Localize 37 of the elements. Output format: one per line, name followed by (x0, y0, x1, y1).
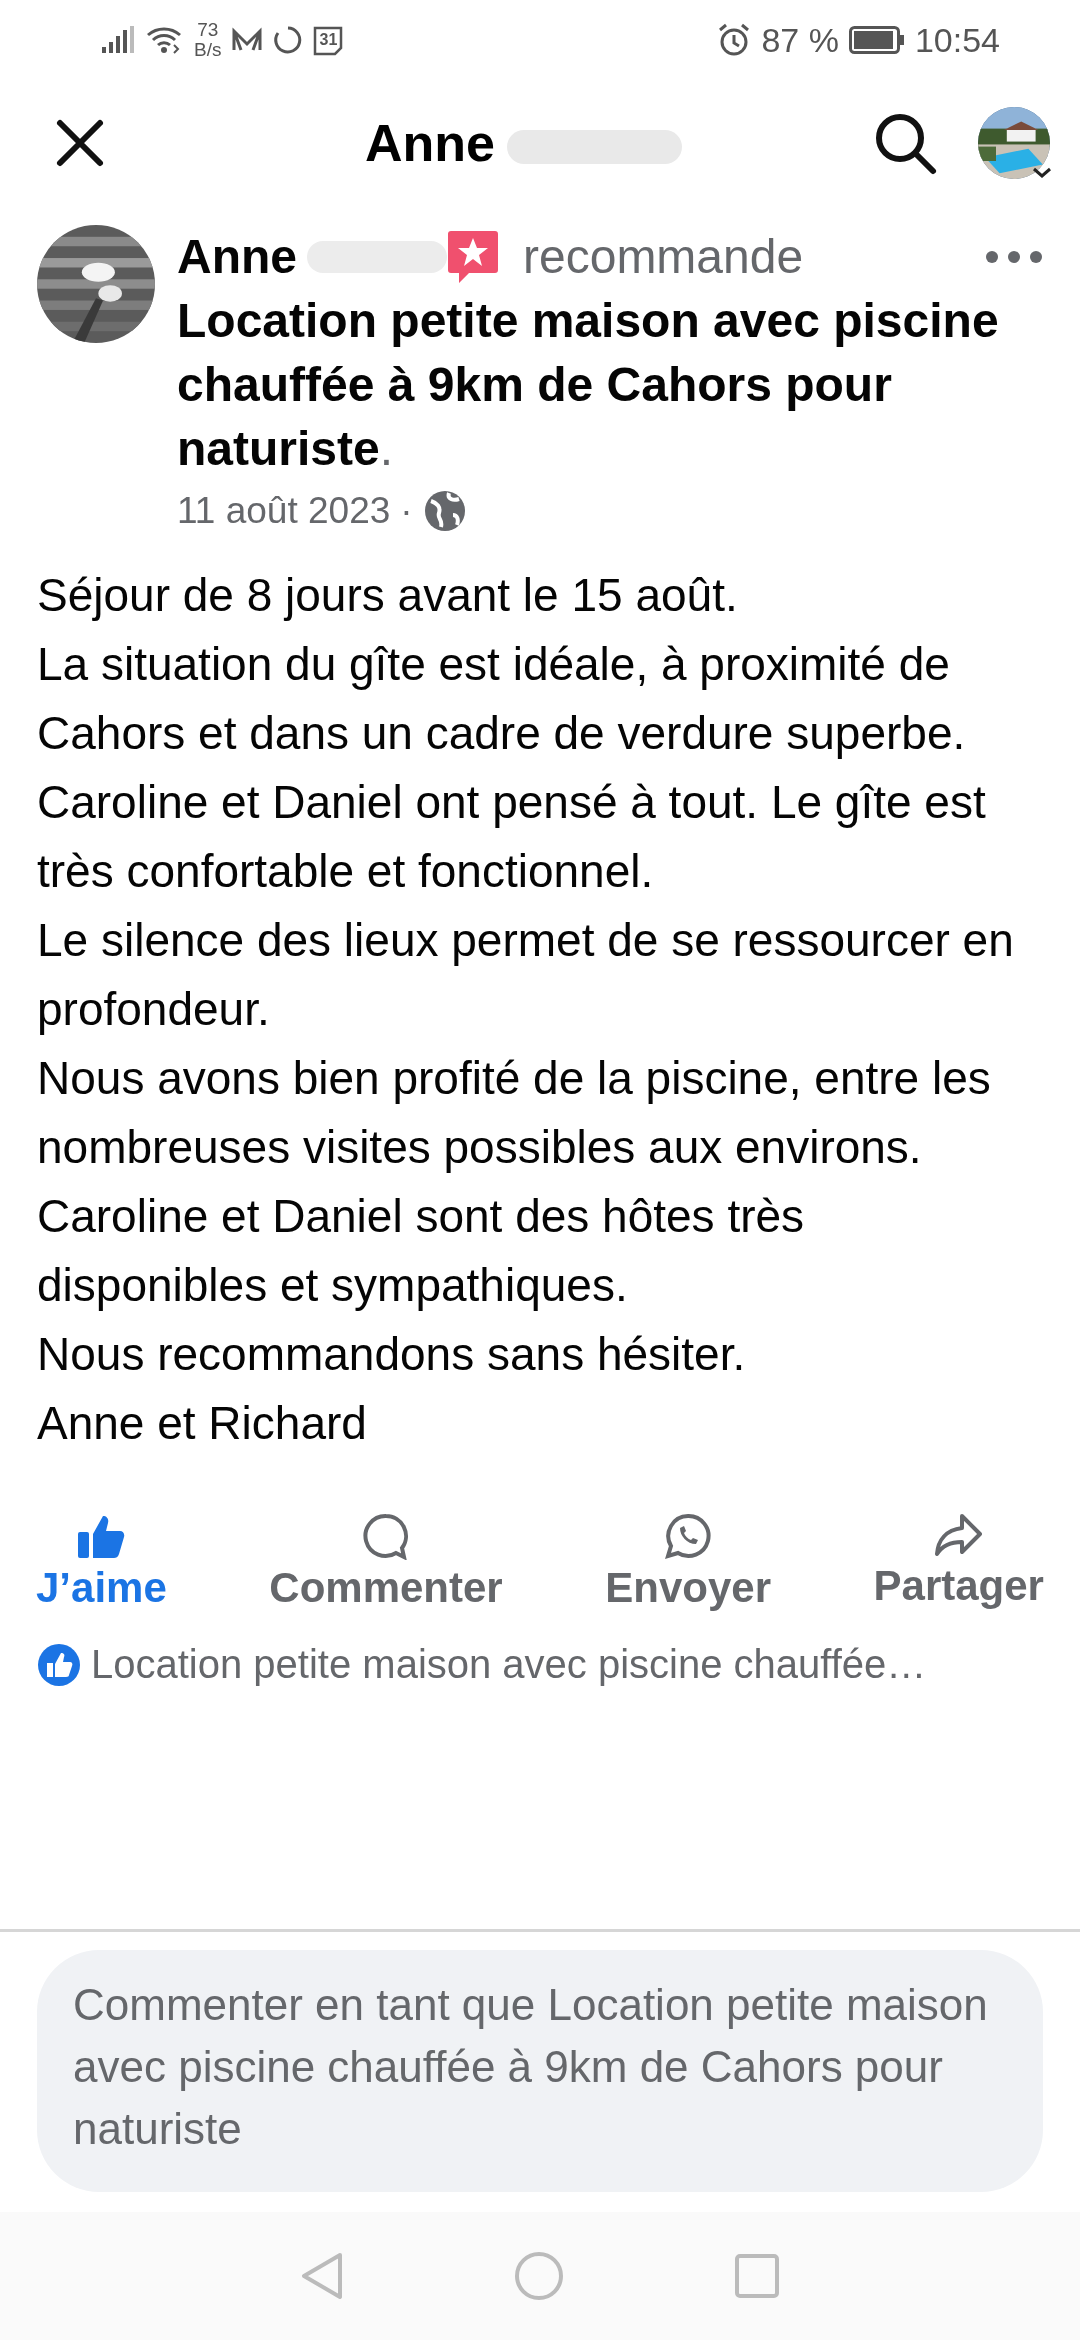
alarm-icon (717, 23, 752, 57)
post-text: Caroline et Daniel sont des hôtes très disponibles et sympathiques. (37, 1189, 806, 1313)
recommendation-icon (447, 229, 499, 285)
action-text: recommande (523, 229, 805, 285)
separator-dot: · (400, 490, 413, 532)
recommended-page-title[interactable]: Location petite maison avec piscine chauffée à 9km de Cahors pour naturiste. (177, 289, 1043, 481)
post-date: 11 août 2023 (177, 490, 391, 532)
post-text: Nous avons bien profité de la piscine, entre les nombreuses visites possibles aux environs. (37, 1051, 992, 1175)
post-text: La situation du gîte est idéale, à proximité de Cahors et dans un cadre de verdure superbe. (37, 637, 967, 761)
clock-time: 10:54 (914, 20, 1000, 60)
network-unit: B/s (194, 40, 222, 60)
author-name[interactable]: Anne (177, 225, 297, 289)
whatsapp-icon (664, 1512, 713, 1560)
post-text: Caroline et Daniel ont pensé à tout. Le gîte est très confortable et fonctionnel. (37, 775, 987, 899)
more-icon[interactable] (985, 250, 1043, 264)
like-reaction-icon (37, 1642, 81, 1687)
battery-icon (848, 26, 905, 54)
comment-button[interactable]: Commenter (253, 1508, 519, 1616)
share-button[interactable]: Partager (857, 1508, 1060, 1616)
speech-bubble-icon (362, 1512, 410, 1560)
signal-icon (100, 25, 136, 55)
post-text: Le silence des lieux permet de se ressourcer en profondeur. (37, 913, 1015, 1037)
calendar-icon: 31 (313, 25, 344, 55)
post-text: Séjour de 8 jours avant le 15 août. (37, 568, 739, 623)
post-text: Nous recommandons sans hésiter. (37, 1327, 747, 1382)
send-button[interactable]: Envoyer (589, 1508, 787, 1616)
share-icon (933, 1512, 984, 1558)
globe-icon (422, 489, 467, 533)
close-icon[interactable] (55, 117, 105, 168)
like-button[interactable]: J’aime (20, 1508, 183, 1616)
battery-percent: 87 % (761, 20, 839, 60)
reaction-summary[interactable]: Location petite maison avec piscine chauffée… (91, 1642, 927, 1687)
comment-field[interactable]: Commenter en tant que Location petite maison avec piscine chauffée à 9km de Cahors pour naturiste (37, 1950, 1043, 2192)
network-speed: 73 (197, 20, 219, 40)
page-title: Anne (365, 113, 495, 172)
sync-icon (273, 25, 304, 55)
post-text: Anne et Richard (37, 1396, 368, 1451)
